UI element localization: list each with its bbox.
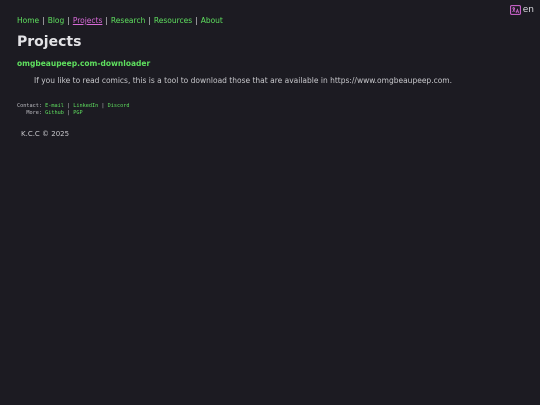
github-link[interactable]: Github: [45, 110, 64, 116]
copyright: K.C.C © 2025: [21, 130, 70, 138]
more-label: More:: [26, 109, 42, 116]
email-link[interactable]: E-mail: [45, 103, 64, 109]
nav-separator: |: [67, 16, 70, 25]
nav-separator: |: [148, 16, 151, 25]
nav-about[interactable]: About: [201, 16, 223, 25]
page: en Home | Blog | Projects | Research | Resources…: [0, 0, 540, 405]
linkedin-link[interactable]: LinkedIn: [73, 103, 98, 109]
contact-separator: |: [67, 109, 71, 116]
main-nav: Home | Blog | Projects | Research | Resources | Ab…: [17, 16, 223, 25]
page-title: Projects: [17, 34, 82, 50]
nav-projects[interactable]: Projects: [73, 16, 103, 25]
nav-research[interactable]: Research: [111, 16, 145, 25]
language-switcher[interactable]: en: [509, 5, 534, 15]
nav-separator: |: [195, 16, 198, 25]
contact-block: Contact: E-mail | LinkedIn | Discord Mor…: [17, 103, 130, 116]
nav-separator: |: [105, 16, 108, 25]
contact-label: Contact:: [17, 103, 42, 109]
pgp-link[interactable]: PGP: [73, 110, 82, 116]
contact-separator: |: [67, 103, 71, 109]
project-description: If you like to read comics, this is a to…: [34, 76, 452, 85]
nav-resources[interactable]: Resources: [154, 16, 192, 25]
language-code: en: [522, 5, 534, 15]
translate-icon: [509, 5, 521, 15]
discord-link[interactable]: Discord: [108, 103, 130, 109]
nav-separator: |: [42, 16, 45, 25]
project-title-link[interactable]: omgbeaupeep.com-downloader: [17, 59, 150, 68]
nav-blog[interactable]: Blog: [48, 16, 65, 25]
nav-home[interactable]: Home: [17, 16, 39, 25]
contact-separator: |: [101, 103, 105, 109]
